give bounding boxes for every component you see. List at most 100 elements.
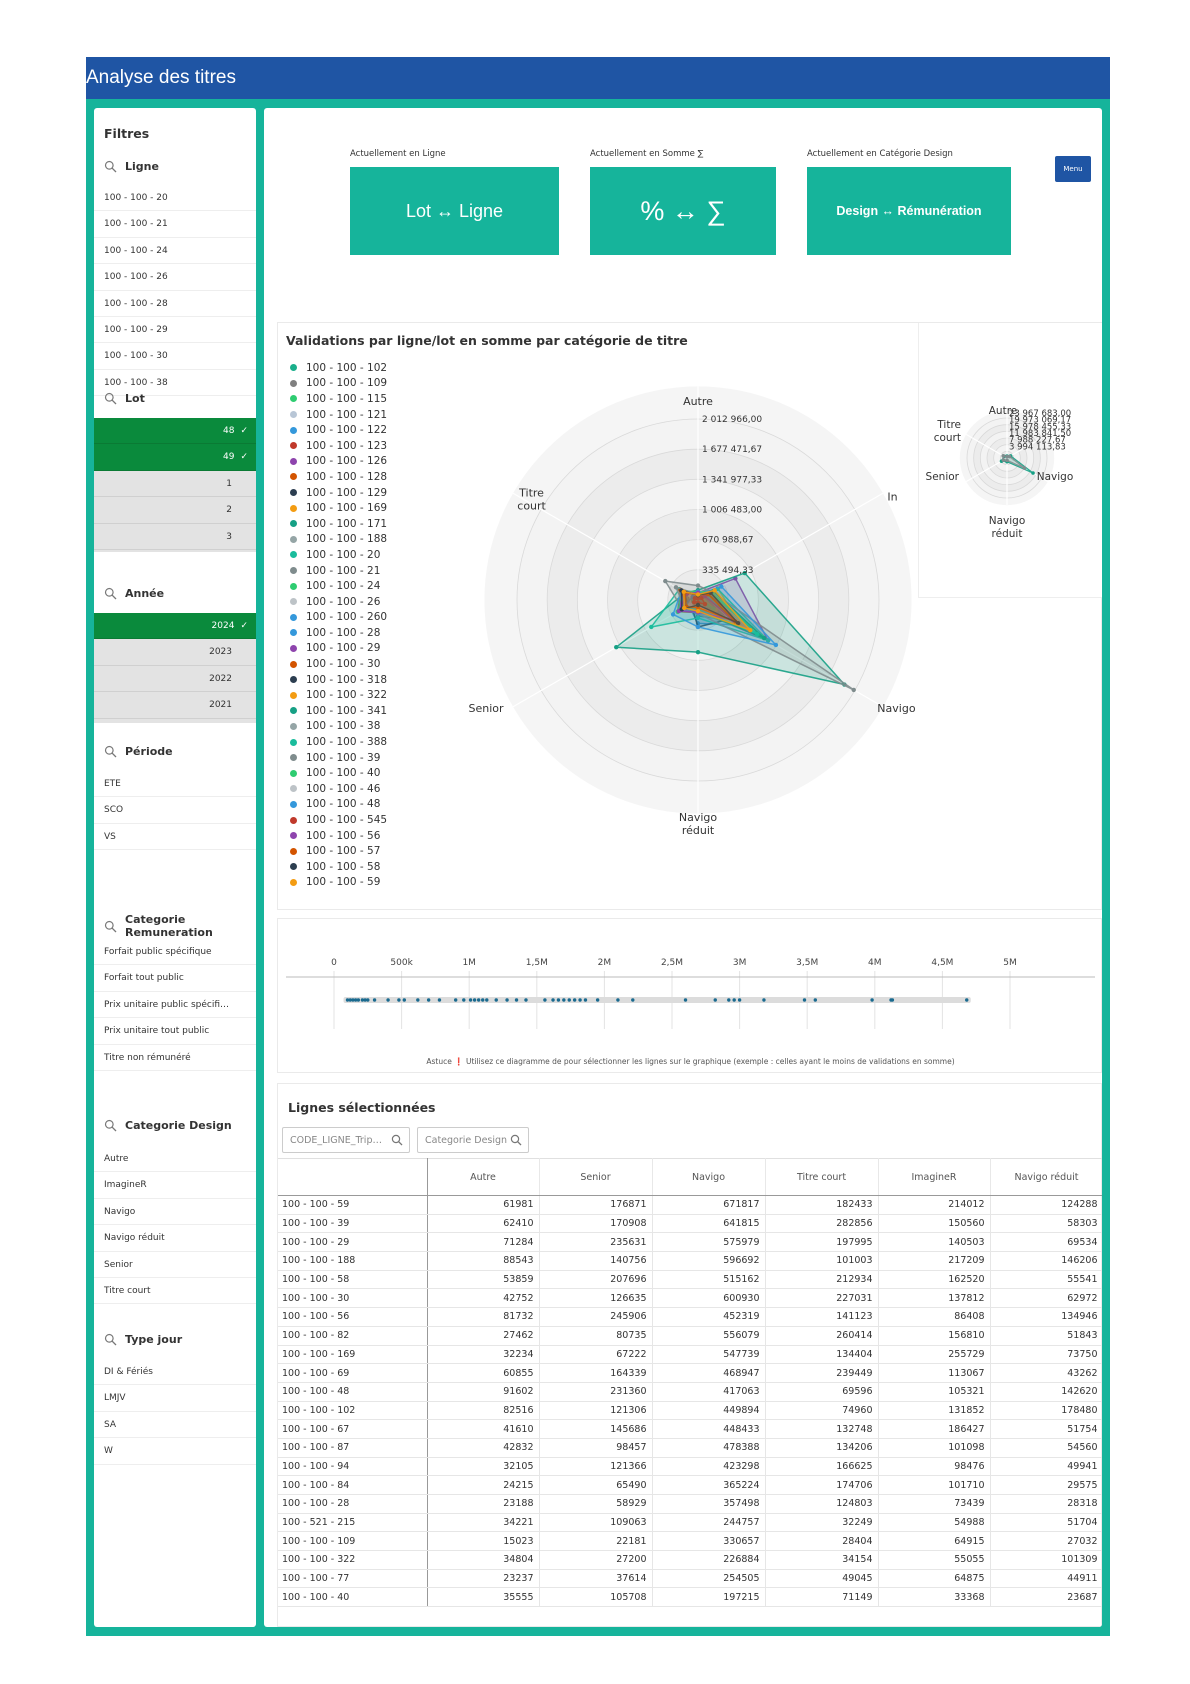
table-row[interactable]: 100 - 100 - 58 53859 207696 515162 212934 162… bbox=[278, 1270, 1102, 1290]
filter-periode-item[interactable]: SCO bbox=[94, 797, 256, 824]
table-row[interactable]: 100 - 100 - 67 41610 145686 448433 132748 186… bbox=[278, 1419, 1102, 1439]
table-cell: 121366 bbox=[539, 1457, 653, 1477]
filter-periode-item[interactable]: VS bbox=[94, 824, 256, 851]
filter-type-jour-item[interactable]: W bbox=[94, 1438, 256, 1465]
table-row[interactable]: 100 - 100 - 109 15023 22181 330657 28404 6491… bbox=[278, 1531, 1102, 1552]
table-row[interactable]: 100 - 100 - 169 32234 67222 547739 134404 255… bbox=[278, 1345, 1102, 1365]
table-cell: 42832 bbox=[427, 1438, 540, 1458]
search-ligne-input[interactable]: CODE_LIGNE_Trip… bbox=[282, 1127, 410, 1153]
table-cell: 23687 bbox=[990, 1587, 1102, 1608]
filter-ligne-item[interactable]: 100 - 100 - 20 bbox=[94, 185, 256, 212]
table-cell: 22181 bbox=[539, 1531, 653, 1552]
radar-tick-label: 335 494,33 bbox=[702, 566, 754, 576]
filter-ligne-item[interactable]: 100 - 100 - 26 bbox=[94, 264, 256, 291]
design-remuneration-toggle-button[interactable]: Design ↔ Rémunération bbox=[807, 167, 1011, 255]
strip-tick-label: 500k bbox=[390, 958, 413, 968]
filter-categorie-design-item[interactable]: Navigo bbox=[94, 1199, 256, 1226]
filter-ligne-item[interactable]: 100 - 100 - 21 bbox=[94, 211, 256, 238]
menu-button[interactable]: Menu bbox=[1055, 156, 1091, 182]
filter-type-jour-item[interactable]: SA bbox=[94, 1412, 256, 1439]
table-row[interactable]: 100 - 100 - 56 81732 245906 452319 141123 864… bbox=[278, 1307, 1102, 1327]
table-row[interactable]: 100 - 100 - 82 27462 80735 556079 260414 1568… bbox=[278, 1326, 1102, 1346]
filter-lot-item[interactable]: 49 ✓ bbox=[94, 444, 256, 471]
table-row[interactable]: 100 - 100 - 30 42752 126635 600930 227031 137… bbox=[278, 1288, 1102, 1309]
strip-hint: Astuce ❗ Utilisez ce diagramme de pour s… bbox=[278, 1057, 1102, 1066]
filter-categorie-design-item[interactable]: Autre bbox=[94, 1146, 256, 1173]
table-cell: 417063 bbox=[652, 1382, 766, 1402]
filter-ligne-item[interactable]: 100 - 100 - 29 bbox=[94, 317, 256, 344]
table-cell: 100 - 100 - 56 bbox=[278, 1307, 428, 1327]
filter-categorie-design-item[interactable]: ImagineR bbox=[94, 1172, 256, 1199]
table-row[interactable]: 100 - 100 - 102 82516 121306 449894 74960 131… bbox=[278, 1401, 1102, 1421]
strip-chart[interactable]: 0 500k 1M 1,5M 2M 2,5M 3M 3,5M 4M 4,5M 5M bbox=[278, 919, 1102, 1044]
table-header-cell[interactable]: ImagineR bbox=[878, 1158, 991, 1196]
filter-categorie-remuneration-item[interactable]: Forfait public spécifique bbox=[94, 939, 256, 966]
filter-categorie-remuneration-item[interactable]: Forfait tout public bbox=[94, 965, 256, 992]
filter-periode-item[interactable]: ETE bbox=[94, 771, 256, 798]
table-header-cell[interactable]: Titre court bbox=[765, 1158, 879, 1196]
strip-point bbox=[416, 998, 420, 1002]
table-row[interactable]: 100 - 100 - 322 34804 27200 226884 34154 5505… bbox=[278, 1550, 1102, 1570]
mini-radar-chart[interactable]: 3 994 113,837 988 227,6711 983 841,5015 … bbox=[919, 323, 1102, 598]
table-row[interactable]: 100 - 100 - 188 88543 140756 596692 101003 21… bbox=[278, 1251, 1102, 1271]
table-cell: 27462 bbox=[427, 1326, 540, 1346]
table-cell: 100 - 100 - 84 bbox=[278, 1475, 428, 1495]
table-row[interactable]: 100 - 521 - 215 34221 109063 244757 32249 549… bbox=[278, 1513, 1102, 1533]
table-header-cell[interactable] bbox=[278, 1158, 428, 1196]
table-row[interactable]: 100 - 100 - 69 60855 164339 468947 239449 113… bbox=[278, 1363, 1102, 1383]
table-row[interactable]: 100 - 100 - 84 24215 65490 365224 174706 1017… bbox=[278, 1475, 1102, 1495]
filter-categorie-remuneration-item[interactable]: Titre non rémunéré bbox=[94, 1045, 256, 1071]
lot-ligne-toggle-button[interactable]: Lot ↔ Ligne bbox=[350, 167, 559, 255]
table-header-cell[interactable]: Navigo réduit bbox=[990, 1158, 1102, 1196]
filter-lot-item[interactable]: 2 bbox=[94, 497, 256, 524]
search-design-input[interactable]: Categorie Design bbox=[417, 1127, 529, 1153]
table-row[interactable]: 100 - 100 - 59 61981 176871 671817 182433 214… bbox=[278, 1195, 1102, 1215]
filter-categorie-design-header[interactable]: Categorie Design bbox=[104, 1119, 232, 1132]
table-row[interactable]: 100 - 100 - 87 42832 98457 478388 134206 1010… bbox=[278, 1438, 1102, 1458]
filter-ligne-item[interactable]: 100 - 100 - 28 bbox=[94, 291, 256, 317]
filter-lot-item[interactable]: 1 bbox=[94, 470, 256, 498]
toggle-caption-design: Actuellement en Catégorie Design bbox=[807, 149, 953, 159]
table-header-cell[interactable]: Navigo bbox=[652, 1158, 766, 1196]
filter-categorie-design-item[interactable]: Navigo réduit bbox=[94, 1225, 256, 1252]
table-row[interactable]: 100 - 100 - 28 23188 58929 357498 124803 7343… bbox=[278, 1494, 1102, 1514]
table-header-cell[interactable]: Senior bbox=[539, 1158, 653, 1196]
filter-ligne-item[interactable]: 100 - 100 - 24 bbox=[94, 238, 256, 265]
filter-categorie-remuneration-item[interactable]: Prix unitaire public spécifi… bbox=[94, 992, 256, 1019]
filter-type-jour-item[interactable]: DI & Fériés bbox=[94, 1359, 256, 1386]
filter-lot-header[interactable]: Lot bbox=[104, 392, 145, 405]
radar-point bbox=[695, 649, 701, 655]
mini-radar-tick-label: 23 967 683,00 bbox=[1009, 409, 1071, 419]
filter-ligne-item[interactable]: 100 - 100 - 30 bbox=[94, 343, 256, 370]
table-row[interactable]: 100 - 100 - 94 32105 121366 423298 166625 984… bbox=[278, 1457, 1102, 1477]
filter-categorie-design-item[interactable]: Titre court bbox=[94, 1278, 256, 1305]
filter-periode-header[interactable]: Période bbox=[104, 745, 173, 758]
table-header-cell[interactable]: Autre bbox=[427, 1158, 540, 1196]
table-cell: 176871 bbox=[539, 1195, 653, 1215]
filter-annee-item[interactable]: 2022 bbox=[94, 665, 256, 693]
filter-type-jour-item[interactable]: LMJV bbox=[94, 1385, 256, 1412]
table-row[interactable]: 100 - 100 - 77 23237 37614 254505 49045 64875… bbox=[278, 1569, 1102, 1589]
filter-annee-item[interactable]: 2023 bbox=[94, 639, 256, 666]
filter-item-label: 1 bbox=[226, 478, 232, 489]
strip-point bbox=[453, 998, 458, 1002]
table-row[interactable]: 100 - 100 - 39 62410 170908 641815 282856 150… bbox=[278, 1214, 1102, 1234]
filter-categorie-remuneration-item[interactable]: Prix unitaire tout public bbox=[94, 1018, 256, 1045]
filter-type-jour-header[interactable]: Type jour bbox=[104, 1333, 182, 1346]
filter-ligne-header[interactable]: Ligne bbox=[104, 160, 159, 173]
filter-categorie-design-item[interactable]: Senior bbox=[94, 1252, 256, 1278]
table-row[interactable]: 100 - 100 - 40 35555 105708 197215 71149 3336… bbox=[278, 1587, 1102, 1608]
filter-annee-item[interactable]: 2021 bbox=[94, 692, 256, 719]
filter-categorie-remuneration-header[interactable]: Categorie Remuneration bbox=[104, 913, 256, 939]
strip-point bbox=[426, 998, 431, 1002]
table-cell: 596692 bbox=[652, 1251, 766, 1271]
table-row[interactable]: 100 - 100 - 29 71284 235631 575979 197995 140… bbox=[278, 1232, 1102, 1253]
filter-annee-item[interactable]: 2024 ✓ bbox=[94, 613, 256, 640]
filter-annee-header[interactable]: Année bbox=[104, 587, 164, 600]
table-cell: 134206 bbox=[765, 1438, 879, 1458]
table-row[interactable]: 100 - 100 - 48 91602 231360 417063 69596 1053… bbox=[278, 1382, 1102, 1402]
filter-lot-item[interactable]: 3 bbox=[94, 523, 256, 550]
table-cell: 134404 bbox=[765, 1345, 879, 1365]
percent-sum-toggle-button[interactable]: % ↔ ∑ bbox=[590, 167, 776, 255]
filter-lot-item[interactable]: 48 ✓ bbox=[94, 418, 256, 445]
